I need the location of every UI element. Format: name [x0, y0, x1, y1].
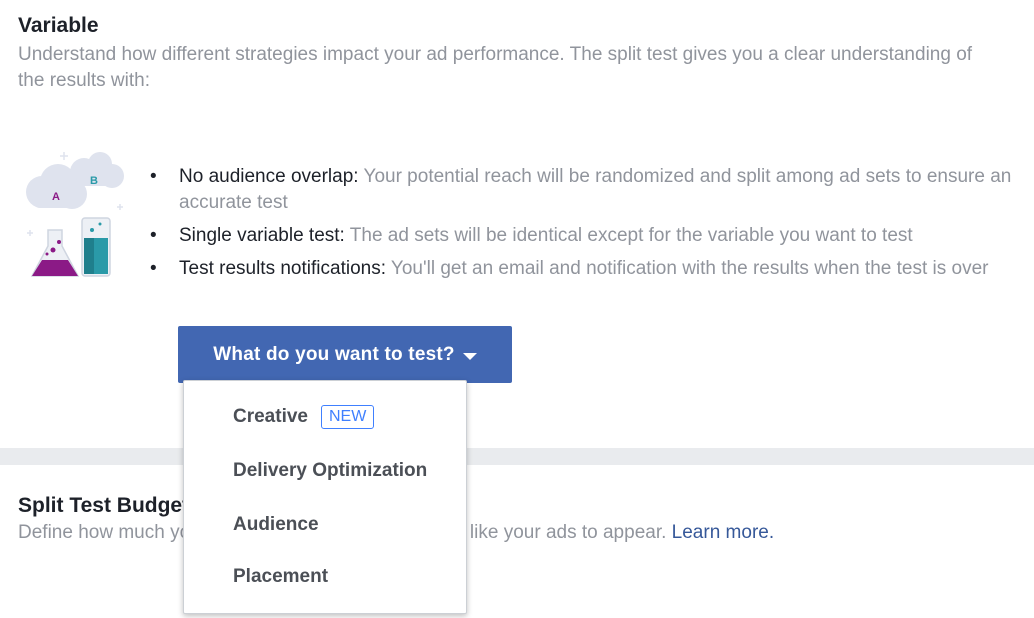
benefit-description: The ad sets will be identical except for… [349, 225, 913, 246]
menu-item-audience[interactable]: Audience [184, 503, 466, 547]
menu-item-label: Placement [233, 566, 329, 587]
menu-item-label: Audience [233, 514, 319, 535]
variable-section-description: Understand how different strategies impa… [18, 44, 973, 91]
beaker-icon [81, 217, 111, 277]
benefit-list: • No audience overlap: Your potential re… [150, 164, 1020, 289]
benefit-title: Single variable test: [179, 225, 345, 246]
cloud-b-icon: B [70, 152, 124, 188]
benefit-item: • No audience overlap: Your potential re… [150, 164, 1020, 216]
menu-item-placement[interactable]: Placement [184, 555, 466, 599]
budget-section-description: Define how much you'd like to spend and … [18, 520, 998, 546]
section-divider [0, 448, 1034, 465]
caret-down-icon [462, 352, 477, 360]
menu-item-label: Delivery Optimization [233, 460, 428, 481]
bullet-dot: • [150, 258, 157, 279]
what-to-test-dropdown-button[interactable]: What do you want to test? [178, 326, 512, 383]
split-test-illustration-icon: A B [26, 152, 124, 277]
bullet-dot: • [150, 225, 157, 246]
menu-item-creative[interactable]: Creative NEW [184, 395, 466, 439]
menu-item-delivery-optimization[interactable]: Delivery Optimization [184, 449, 466, 493]
test-variable-dropdown-menu: Creative NEW Delivery Optimization Audie… [183, 380, 467, 614]
cloud-b-letter: B [90, 175, 98, 187]
benefit-description: You'll get an email and notification wit… [390, 258, 989, 279]
budget-section-title: Split Test Budget [18, 494, 190, 517]
benefit-title: Test results notifications: [179, 258, 386, 279]
what-to-test-label: What do you want to test? [213, 343, 455, 365]
new-badge: NEW [321, 405, 375, 429]
benefit-item: • Test results notifications: You'll get… [150, 256, 1020, 282]
benefit-item: • Single variable test: The ad sets will… [150, 223, 1020, 249]
bullet-dot: • [150, 166, 157, 187]
learn-more-link[interactable]: Learn more. [672, 522, 774, 543]
flask-icon [30, 229, 80, 277]
menu-item-label: Creative [233, 406, 308, 427]
cloud-a-letter: A [52, 191, 60, 203]
variable-section-title: Variable [18, 14, 99, 37]
benefit-title: No audience overlap: [179, 166, 359, 187]
